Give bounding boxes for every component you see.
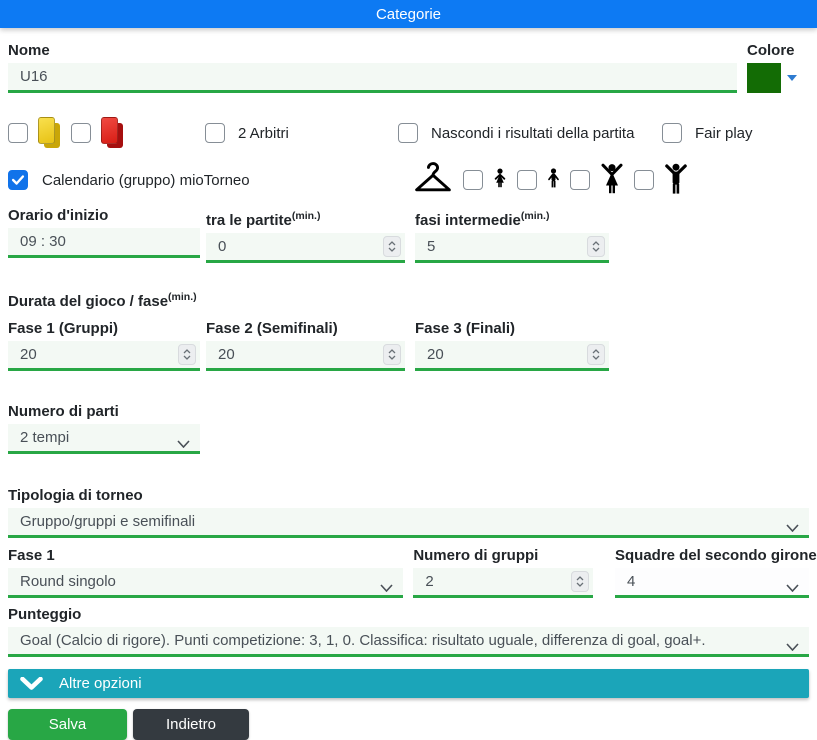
fase1-gruppi-value: 20 xyxy=(20,346,37,363)
yellow-card-icon xyxy=(37,116,62,150)
fase2-semifinali-label: Fase 2 (Semifinali) xyxy=(206,320,338,337)
calendario-label: Calendario (gruppo) mioTorneo xyxy=(42,171,250,189)
boy-checkbox[interactable] xyxy=(517,170,537,190)
fase1-gruppi-stepper[interactable] xyxy=(178,344,196,365)
fasi-intermedie-unit: (min.) xyxy=(520,210,550,222)
indietro-button[interactable]: Indietro xyxy=(133,709,249,740)
red-card-icon xyxy=(100,116,125,150)
squadre-secondo-girone-value: 4 xyxy=(627,573,636,590)
punteggio-value: Goal (Calcio di rigore). Punti competizi… xyxy=(20,632,706,649)
orario-inizio-label: Orario d'inizio xyxy=(8,207,109,224)
category-form: Nome U16 Colore 2 Arbitri Nascondi i ris… xyxy=(0,28,817,740)
fase2-semifinali-input[interactable]: 20 xyxy=(206,341,405,371)
nome-label: Nome xyxy=(8,42,50,59)
fair-play-label: Fair play xyxy=(695,124,753,142)
numero-gruppi-label: Numero di gruppi xyxy=(413,547,539,564)
fase3-finali-input[interactable]: 20 xyxy=(415,341,609,371)
boy-figure-icon xyxy=(547,168,560,192)
durata-heading: Durata del gioco / fase(min.) xyxy=(8,291,197,310)
fase1-config-select[interactable]: Round singolo xyxy=(8,568,404,598)
tra-le-partite-input[interactable]: 0 xyxy=(206,233,405,263)
tipologia-value: Gruppo/gruppi e semifinali xyxy=(20,513,196,530)
fasi-intermedie-input[interactable]: 5 xyxy=(415,233,609,263)
chevron-down-bold-icon xyxy=(20,677,43,690)
numero-gruppi-input[interactable]: 2 xyxy=(413,568,593,598)
fase1-config-label: Fase 1 xyxy=(8,547,55,564)
squadre-secondo-girone-select[interactable]: 4 xyxy=(615,568,809,598)
fasi-intermedie-stepper[interactable] xyxy=(587,236,605,257)
fasi-intermedie-label: fasi intermedie(min.) xyxy=(415,210,550,229)
woman-checkbox[interactable] xyxy=(570,170,590,190)
clothes-hanger-icon xyxy=(413,161,453,199)
numero-parti-label: Numero di parti xyxy=(8,403,119,420)
chevron-down-icon xyxy=(177,435,190,451)
page-title: Categorie xyxy=(375,5,442,23)
color-swatch[interactable] xyxy=(747,63,781,93)
woman-arms-up-figure-icon xyxy=(600,163,624,198)
fasi-intermedie-value: 5 xyxy=(427,238,436,255)
nome-value: U16 xyxy=(20,68,48,85)
salva-button[interactable]: Salva xyxy=(8,709,127,740)
red-card-checkbox[interactable] xyxy=(71,123,91,143)
tra-le-partite-label: tra le partite(min.) xyxy=(206,210,321,229)
calendario-checkbox[interactable] xyxy=(8,170,28,190)
chevron-down-icon xyxy=(786,519,799,535)
tipologia-select[interactable]: Gruppo/gruppi e semifinali xyxy=(8,508,809,538)
fair-play-checkbox[interactable] xyxy=(662,123,682,143)
tra-le-partite-value: 0 xyxy=(218,238,227,255)
nascondi-risultati-label: Nascondi i risultati della partita xyxy=(431,124,635,142)
punteggio-label: Punteggio xyxy=(8,606,82,623)
man-checkbox[interactable] xyxy=(634,170,654,190)
numero-gruppi-stepper[interactable] xyxy=(571,571,589,592)
tipologia-label: Tipologia di torneo xyxy=(8,487,143,504)
girl-checkbox[interactable] xyxy=(463,170,483,190)
altre-opzioni-label: Altre opzioni xyxy=(59,675,142,692)
man-arms-up-figure-icon xyxy=(664,163,688,198)
fase3-finali-label: Fase 3 (Finali) xyxy=(415,320,516,337)
durata-unit: (min.) xyxy=(168,291,197,303)
chevron-down-icon xyxy=(786,579,799,595)
fase1-gruppi-label: Fase 1 (Gruppi) xyxy=(8,320,119,337)
nascondi-risultati-checkbox[interactable] xyxy=(398,123,418,143)
altre-opzioni-toggle[interactable]: Altre opzioni xyxy=(8,669,809,698)
fase2-semifinali-value: 20 xyxy=(218,346,235,363)
fase2-semifinali-stepper[interactable] xyxy=(383,344,401,365)
tra-le-partite-stepper[interactable] xyxy=(383,236,401,257)
fase1-gruppi-input[interactable]: 20 xyxy=(8,341,200,371)
tra-le-partite-unit: (min.) xyxy=(291,210,321,222)
numero-parti-value: 2 tempi xyxy=(20,429,70,446)
squadre-secondo-girone-label: Squadre del secondo girone xyxy=(615,547,817,564)
punteggio-select[interactable]: Goal (Calcio di rigore). Punti competizi… xyxy=(8,627,809,657)
fase1-config-value: Round singolo xyxy=(20,573,116,590)
orario-inizio-value: 09 : 30 xyxy=(20,233,66,250)
nome-input[interactable]: U16 xyxy=(8,63,737,93)
orario-inizio-input[interactable]: 09 : 30 xyxy=(8,228,200,258)
numero-gruppi-value: 2 xyxy=(425,573,434,590)
fase3-finali-stepper[interactable] xyxy=(587,344,605,365)
girl-figure-icon xyxy=(493,168,507,192)
color-caret-down-icon[interactable] xyxy=(787,75,797,81)
chevron-down-icon xyxy=(380,579,393,595)
numero-parti-select[interactable]: 2 tempi xyxy=(8,424,200,454)
chevron-down-icon xyxy=(786,638,799,654)
fase3-finali-value: 20 xyxy=(427,346,444,363)
arbitri-checkbox[interactable] xyxy=(205,123,225,143)
header-bar: Categorie xyxy=(0,0,817,28)
arbitri-label: 2 Arbitri xyxy=(238,124,289,142)
yellow-card-checkbox[interactable] xyxy=(8,123,28,143)
colore-label: Colore xyxy=(747,42,795,59)
